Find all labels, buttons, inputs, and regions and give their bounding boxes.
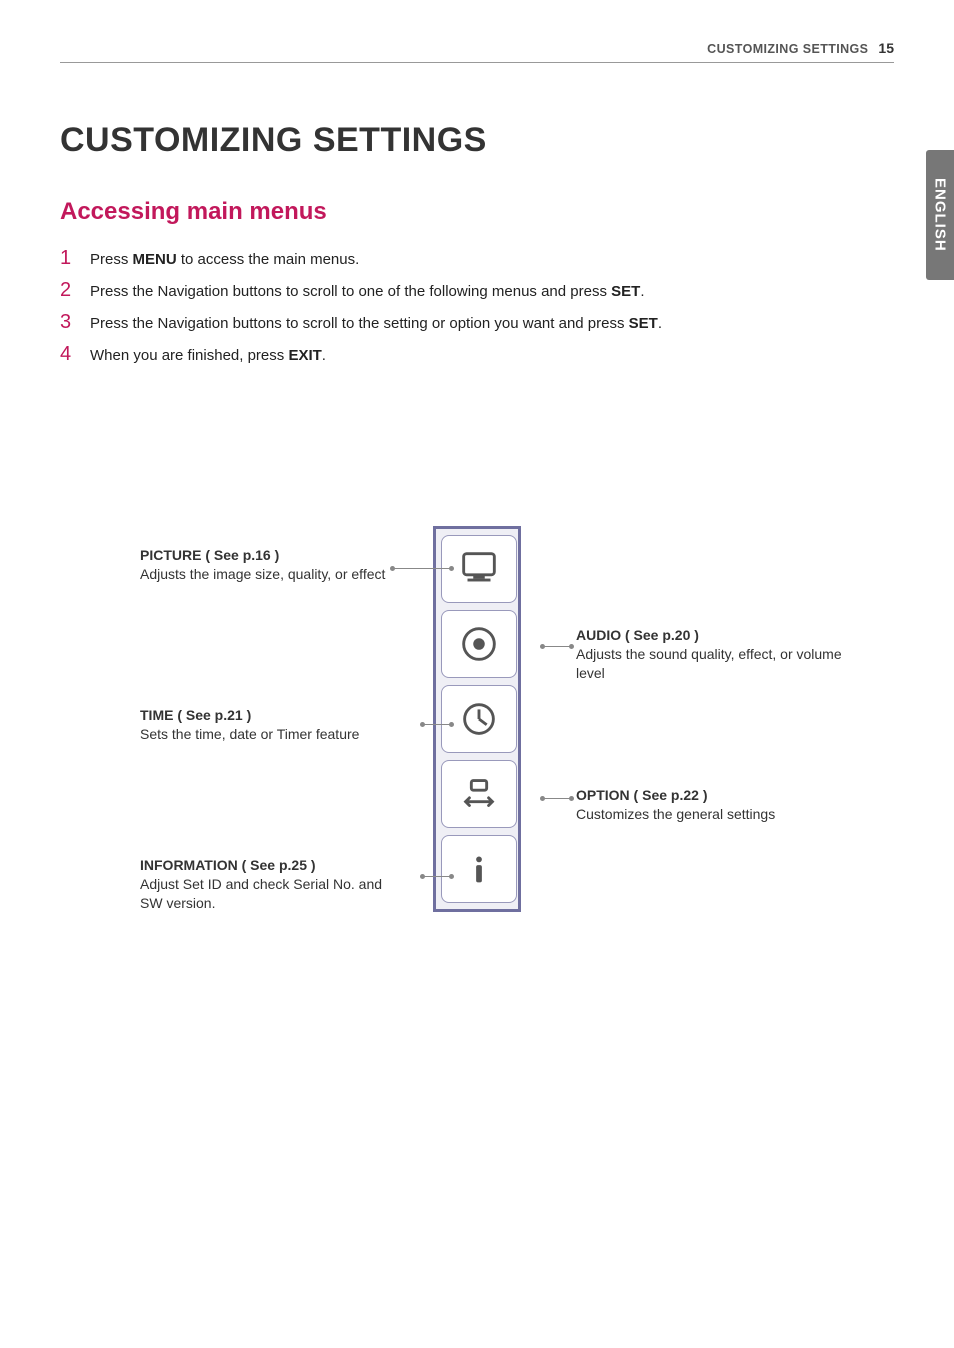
audio-icon [441, 610, 517, 678]
leader-line [422, 876, 452, 877]
information-title: INFORMATION ( See p.25 ) [140, 856, 400, 875]
option-callout: OPTION ( See p.22 ) Customizes the gener… [576, 786, 846, 824]
step-number: 3 [60, 312, 76, 332]
page-title: CUSTOMIZING SETTINGS [60, 121, 894, 160]
step-text: When you are finished, press EXIT. [90, 345, 326, 366]
step-number: 2 [60, 280, 76, 300]
information-callout: INFORMATION ( See p.25 ) Adjust Set ID a… [140, 856, 400, 913]
time-icon [441, 685, 517, 753]
menu-diagram: PICTURE ( See p.16 ) Adjusts the image s… [60, 526, 894, 912]
time-title: TIME ( See p.21 ) [140, 706, 400, 725]
steps-list: 1 Press MENU to access the main menus. 2… [60, 248, 894, 366]
option-desc: Customizes the general settings [576, 806, 775, 822]
step-text: Press the Navigation buttons to scroll t… [90, 281, 645, 302]
section-subtitle: Accessing main menus [60, 198, 894, 226]
leader-line [542, 646, 572, 647]
step-number: 1 [60, 248, 76, 268]
picture-title: PICTURE ( See p.16 ) [140, 546, 400, 565]
leader-line [542, 798, 572, 799]
time-callout: TIME ( See p.21 ) Sets the time, date or… [140, 706, 400, 744]
step-text: Press MENU to access the main menus. [90, 249, 359, 270]
page-number: 15 [878, 40, 894, 56]
leader-line [422, 724, 452, 725]
option-title: OPTION ( See p.22 ) [576, 786, 846, 805]
step-item: 4 When you are finished, press EXIT. [60, 344, 894, 366]
picture-desc: Adjusts the image size, quality, or effe… [140, 566, 385, 582]
option-icon [441, 760, 517, 828]
step-item: 2 Press the Navigation buttons to scroll… [60, 280, 894, 302]
leader-line [392, 568, 452, 569]
picture-callout: PICTURE ( See p.16 ) Adjusts the image s… [140, 546, 400, 584]
audio-title: AUDIO ( See p.20 ) [576, 626, 846, 645]
header-section: CUSTOMIZING SETTINGS [707, 42, 868, 56]
time-desc: Sets the time, date or Timer feature [140, 726, 359, 742]
audio-callout: AUDIO ( See p.20 ) Adjusts the sound qua… [576, 626, 846, 683]
step-item: 1 Press MENU to access the main menus. [60, 248, 894, 270]
step-number: 4 [60, 344, 76, 364]
menu-icon-column [433, 526, 521, 912]
step-item: 3 Press the Navigation buttons to scroll… [60, 312, 894, 334]
information-icon [441, 835, 517, 903]
information-desc: Adjust Set ID and check Serial No. and S… [140, 876, 382, 911]
audio-desc: Adjusts the sound quality, effect, or vo… [576, 646, 842, 681]
step-text: Press the Navigation buttons to scroll t… [90, 313, 662, 334]
language-tab: ENGLISH [926, 150, 954, 280]
